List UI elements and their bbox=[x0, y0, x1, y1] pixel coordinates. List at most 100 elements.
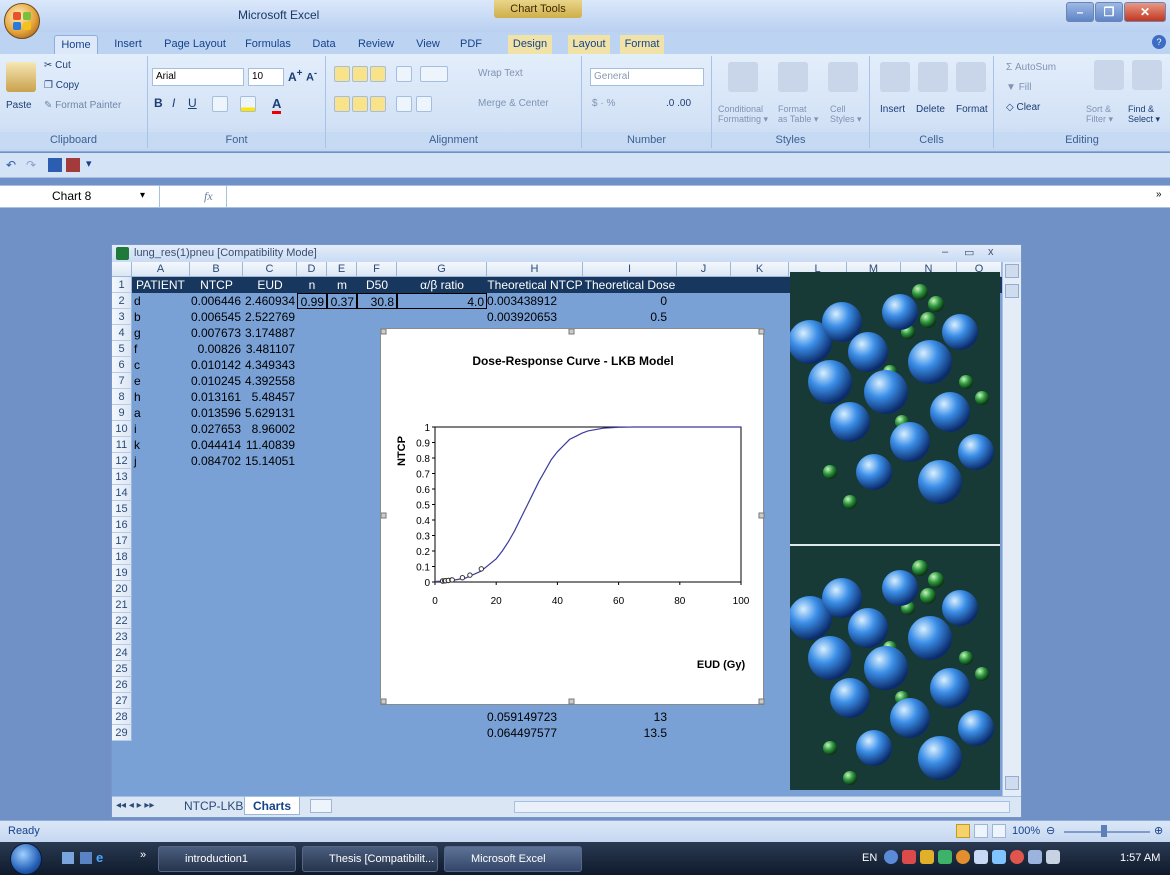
align-bottom-icon[interactable] bbox=[370, 66, 386, 82]
orientation-icon[interactable] bbox=[396, 66, 412, 82]
tab-review[interactable]: Review bbox=[352, 35, 400, 54]
name-box-dropdown-icon[interactable]: ▾ bbox=[140, 190, 145, 201]
cell-eud[interactable]: 5.48457 bbox=[243, 389, 297, 405]
switch-windows-icon[interactable] bbox=[80, 852, 92, 864]
cell-patient[interactable]: c bbox=[134, 357, 190, 373]
param-n[interactable]: 0.99 bbox=[297, 293, 327, 309]
underline-button[interactable]: U bbox=[188, 96, 197, 110]
cell-ntcp[interactable]: 0.084702 bbox=[190, 453, 243, 469]
cell-patient[interactable]: h bbox=[134, 389, 190, 405]
volume-icon[interactable] bbox=[1046, 850, 1060, 864]
cell-eud[interactable]: 5.629131 bbox=[243, 405, 297, 421]
currency-button[interactable]: $ · % bbox=[592, 98, 615, 109]
align-top-icon[interactable] bbox=[334, 66, 350, 82]
network-icon[interactable] bbox=[1028, 850, 1042, 864]
cell-theoretical-ntcp[interactable]: 0.003438912 bbox=[487, 293, 583, 309]
tab-design[interactable]: Design bbox=[508, 35, 552, 54]
fill-color-icon[interactable] bbox=[240, 96, 256, 112]
copy-button[interactable]: ❐ Copy bbox=[44, 80, 79, 91]
row-header[interactable]: 29 bbox=[112, 725, 132, 741]
cell-eud[interactable]: 4.349343 bbox=[243, 357, 297, 373]
task-introduction1[interactable]: introduction1 bbox=[158, 846, 296, 872]
column-header[interactable]: J bbox=[677, 262, 731, 277]
column-header[interactable]: G bbox=[397, 262, 487, 277]
insert-button[interactable]: Insert bbox=[880, 104, 905, 115]
tab-page-layout[interactable]: Page Layout bbox=[158, 35, 232, 54]
align-right-icon[interactable] bbox=[370, 96, 386, 112]
task-thesis[interactable]: Thesis [Compatibilit... bbox=[302, 846, 438, 872]
wb-restore-icon[interactable]: ▭ bbox=[964, 246, 974, 259]
tray-icon[interactable] bbox=[992, 850, 1006, 864]
vertical-scrollbar[interactable] bbox=[1002, 262, 1021, 796]
ie-icon[interactable]: e bbox=[96, 850, 103, 865]
cell-eud[interactable]: 2.460934 bbox=[243, 293, 297, 309]
row-header[interactable]: 21 bbox=[112, 597, 132, 613]
row-header[interactable]: 22 bbox=[112, 613, 132, 629]
tab-formulas[interactable]: Formulas bbox=[240, 35, 296, 54]
row-header[interactable]: 25 bbox=[112, 661, 132, 677]
name-box[interactable]: Chart 8 bbox=[0, 186, 160, 207]
cell-patient[interactable]: e bbox=[134, 373, 190, 389]
align-center-icon[interactable] bbox=[352, 96, 368, 112]
find-select-button[interactable]: Find & Select ▾ bbox=[1128, 104, 1160, 125]
cell-ntcp[interactable]: 0.006545 bbox=[190, 309, 243, 325]
tray-icon[interactable] bbox=[938, 850, 952, 864]
zoom-slider-thumb[interactable] bbox=[1101, 825, 1107, 837]
column-header[interactable]: A bbox=[132, 262, 190, 277]
row-header[interactable]: 14 bbox=[112, 485, 132, 501]
sheet-tab-ntcp-lkb[interactable]: NTCP-LKB bbox=[176, 797, 253, 815]
increase-indent-icon[interactable] bbox=[416, 96, 432, 112]
tab-data[interactable]: Data bbox=[306, 35, 342, 54]
column-header[interactable]: H bbox=[487, 262, 583, 277]
header-patient[interactable]: PATIENT bbox=[132, 277, 190, 293]
delete-button[interactable]: Delete bbox=[916, 104, 945, 115]
row-header[interactable]: 7 bbox=[112, 373, 132, 389]
row-header[interactable]: 5 bbox=[112, 341, 132, 357]
cell-patient[interactable]: b bbox=[134, 309, 190, 325]
customize-qat-icon[interactable]: ▾ bbox=[86, 157, 92, 170]
cell-patient[interactable]: i bbox=[134, 421, 190, 437]
cell-patient[interactable]: f bbox=[134, 341, 190, 357]
param-d50[interactable]: 30.8 bbox=[357, 293, 397, 309]
cell-eud[interactable]: 15.14051 bbox=[243, 453, 297, 469]
fx-icon[interactable]: fx bbox=[204, 189, 213, 204]
normal-view-icon[interactable] bbox=[956, 824, 970, 838]
zoom-level[interactable]: 100% bbox=[1012, 825, 1040, 837]
page-layout-view-icon[interactable] bbox=[974, 824, 988, 838]
wb-minimize-icon[interactable]: – bbox=[942, 246, 948, 258]
more-icon[interactable]: » bbox=[140, 849, 146, 861]
undo-icon[interactable]: ↶ bbox=[6, 158, 16, 172]
zoom-out-icon[interactable]: ⊖ bbox=[1046, 824, 1055, 837]
tab-pdf[interactable]: PDF bbox=[456, 35, 486, 54]
param-m[interactable]: 0.37 bbox=[327, 293, 357, 309]
office-button[interactable] bbox=[4, 3, 40, 39]
header-d50[interactable]: D50 bbox=[357, 277, 397, 293]
cell-ntcp[interactable]: 0.006446 bbox=[190, 293, 243, 309]
format-cells-icon[interactable] bbox=[956, 62, 986, 92]
borders-icon[interactable] bbox=[212, 96, 228, 112]
number-format-select[interactable]: General bbox=[590, 68, 704, 86]
row-header[interactable]: 1 bbox=[112, 277, 132, 293]
decrease-indent-icon[interactable] bbox=[396, 96, 412, 112]
row-header[interactable]: 27 bbox=[112, 693, 132, 709]
cell-patient[interactable]: k bbox=[134, 437, 190, 453]
clock[interactable]: 1:57 AM bbox=[1120, 852, 1160, 864]
tab-layout[interactable]: Layout bbox=[568, 35, 610, 54]
cell-theoretical-ntcp[interactable]: 0.059149723 bbox=[487, 709, 583, 725]
align-middle-icon[interactable] bbox=[352, 66, 368, 82]
language-indicator[interactable]: EN bbox=[862, 852, 877, 864]
start-button[interactable] bbox=[10, 843, 42, 875]
row-header[interactable]: 13 bbox=[112, 469, 132, 485]
header-alpha-beta[interactable]: α/β ratio bbox=[397, 277, 487, 293]
header-ntcp[interactable]: NTCP bbox=[190, 277, 243, 293]
cell-theoretical-ntcp[interactable]: 0.003920653 bbox=[487, 309, 583, 325]
horizontal-scrollbar[interactable] bbox=[514, 801, 1010, 813]
clear-button[interactable]: ◇ Clear bbox=[1006, 102, 1040, 113]
row-header[interactable]: 12 bbox=[112, 453, 132, 469]
tab-home[interactable]: Home bbox=[54, 35, 98, 54]
tab-format[interactable]: Format bbox=[620, 35, 664, 54]
row-header[interactable]: 2 bbox=[112, 293, 132, 309]
row-header[interactable]: 19 bbox=[112, 565, 132, 581]
row-header[interactable]: 8 bbox=[112, 389, 132, 405]
cell-styles-icon[interactable] bbox=[828, 62, 858, 92]
